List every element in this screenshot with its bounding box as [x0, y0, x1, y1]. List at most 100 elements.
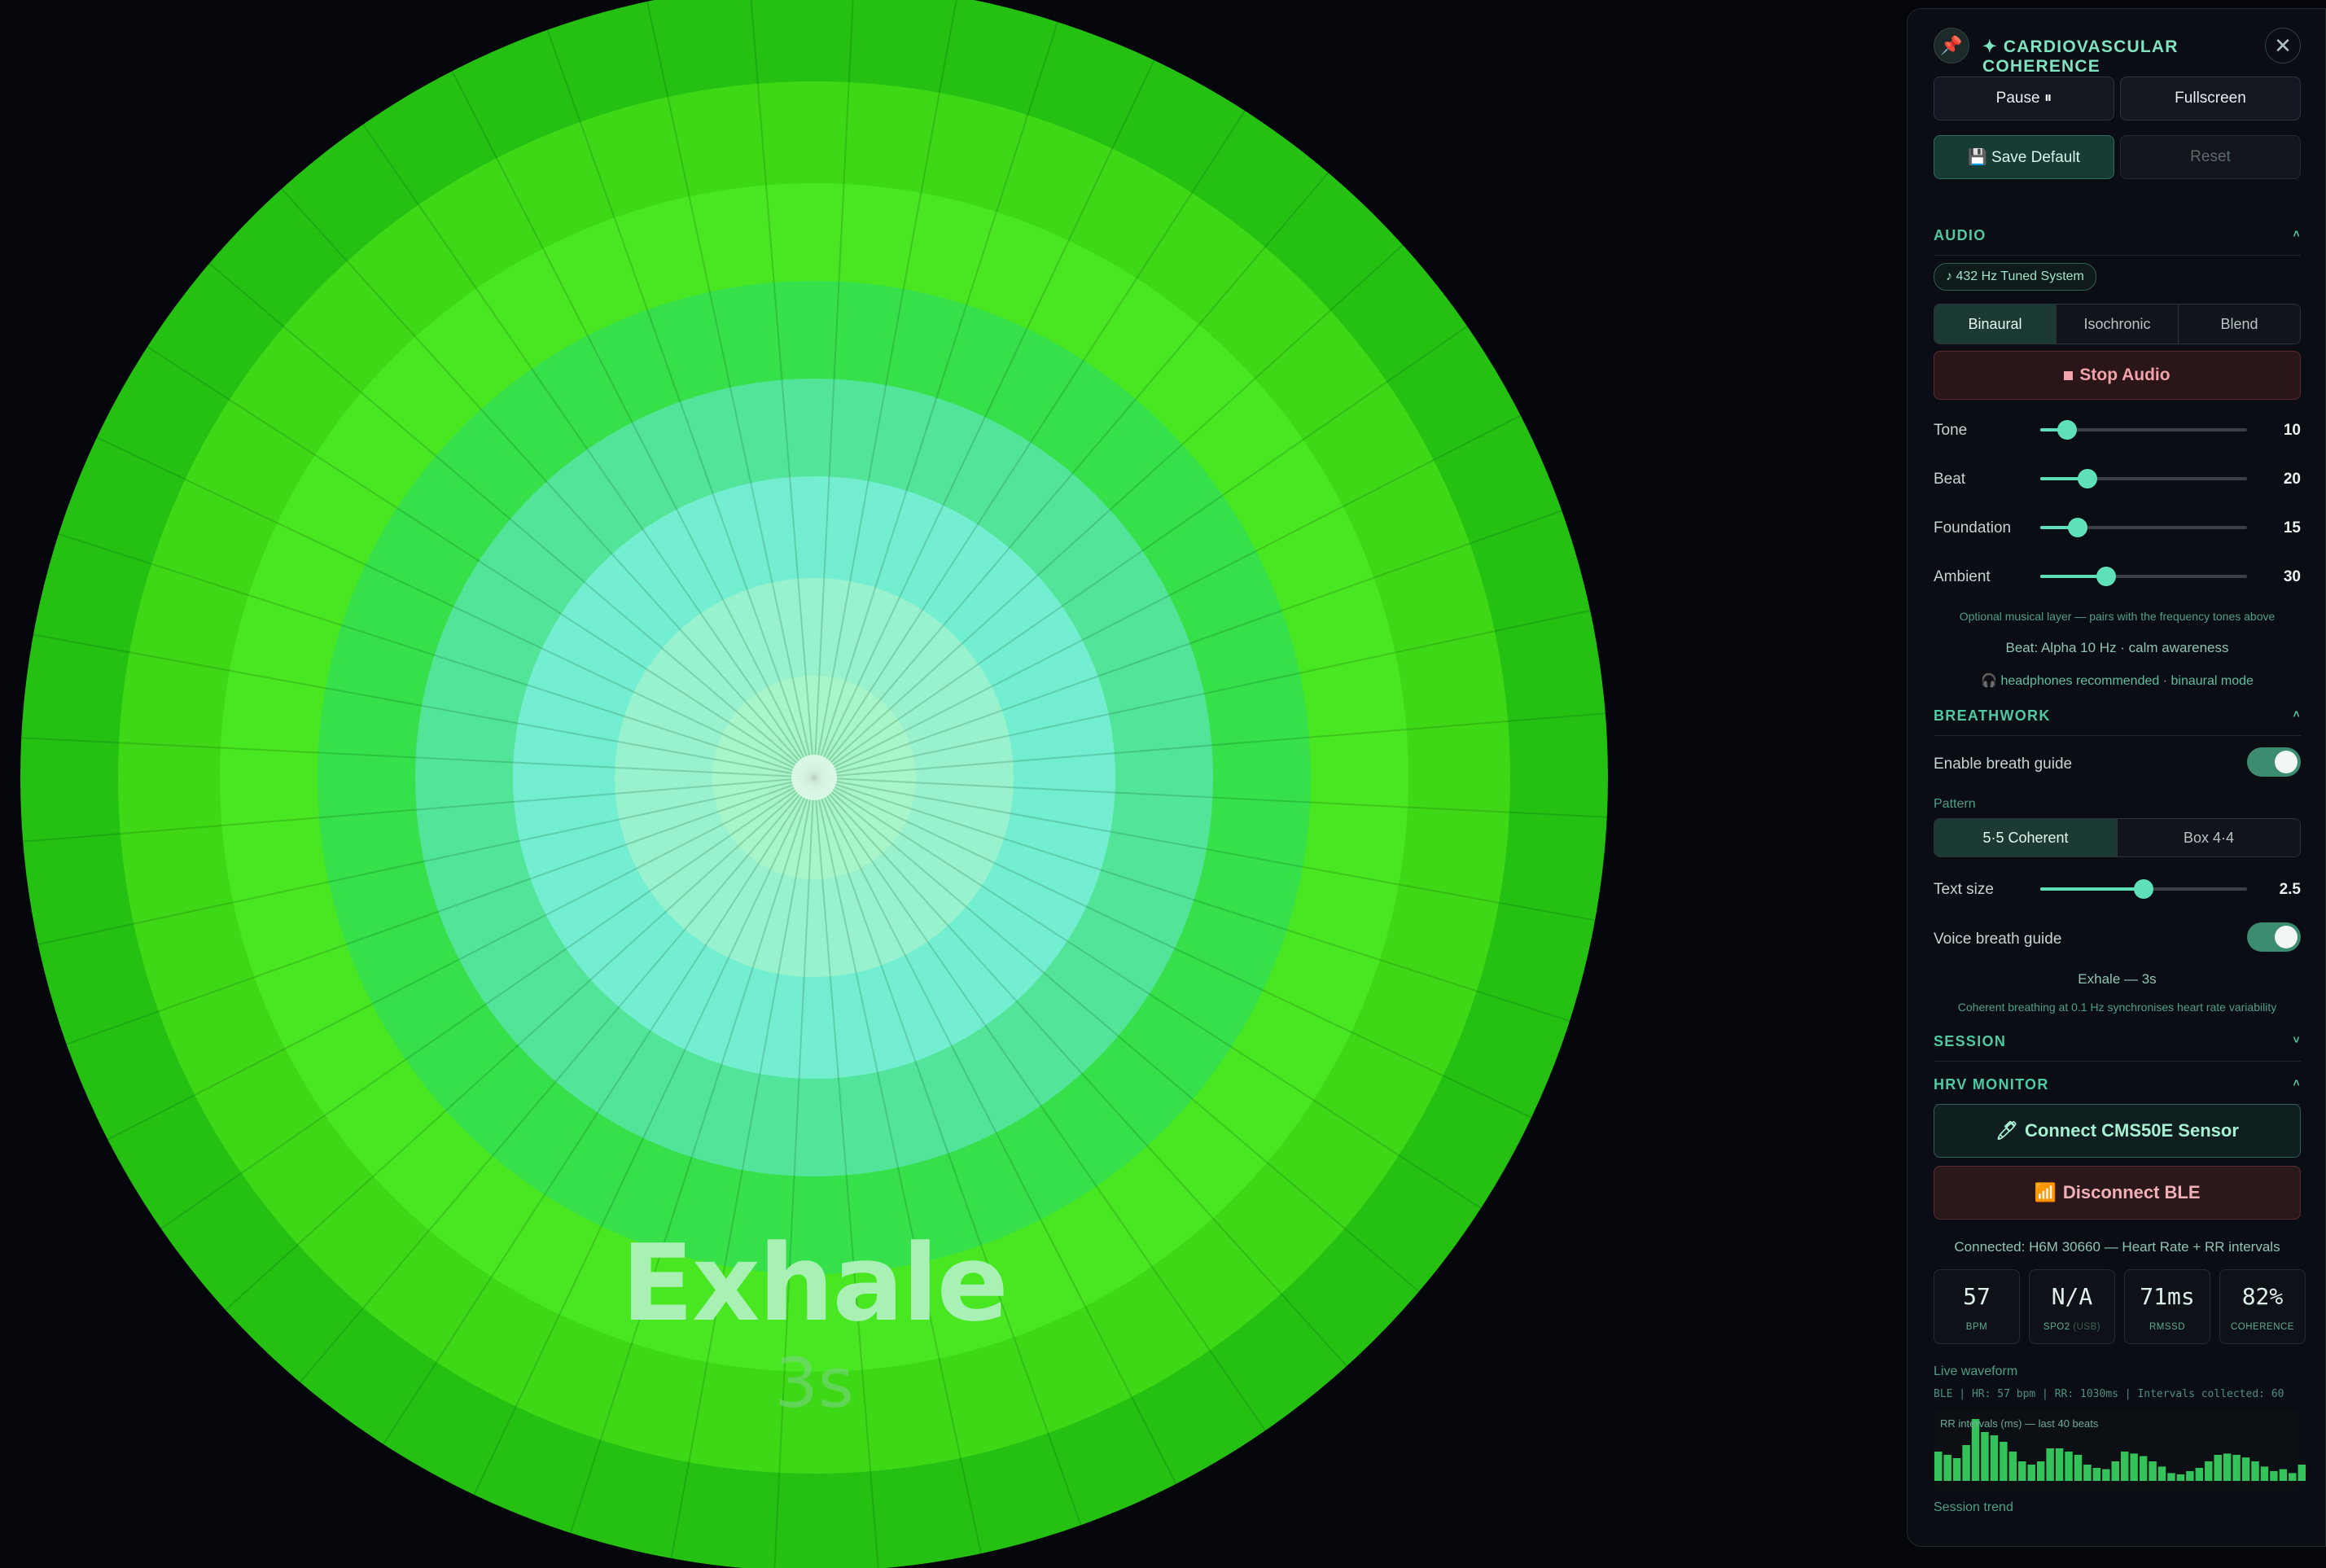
- slider-value: 30: [2283, 568, 2301, 585]
- pin-button[interactable]: 📌: [1934, 28, 1969, 64]
- rr-bar: [1943, 1455, 1951, 1481]
- rr-bar: [2241, 1457, 2250, 1481]
- text-size-slider[interactable]: [2040, 879, 2247, 899]
- rr-bar: [2102, 1469, 2110, 1481]
- close-icon: ✕: [2274, 33, 2292, 58]
- rr-bar: [2008, 1452, 2017, 1481]
- collapse-caret-icon: ˄: [2293, 227, 2301, 240]
- rr-bar: [2260, 1466, 2269, 1481]
- rr-bar: [2083, 1465, 2092, 1481]
- rr-bar: [2121, 1452, 2129, 1481]
- hrv-section-header[interactable]: HRV MONITOR ˄: [1934, 1076, 2301, 1105]
- rr-bar: [2205, 1461, 2213, 1481]
- text-size-label: Text size: [1934, 881, 1994, 898]
- voice-guide-label: Voice breath guide: [1934, 931, 2062, 948]
- save-default-label: 💾 Save Default: [1968, 149, 2080, 166]
- breath-phase-word: Exhale: [621, 1221, 1009, 1345]
- rr-bar: [1990, 1435, 1999, 1481]
- breathwork-section-header[interactable]: BREATHWORK ˄: [1934, 707, 2301, 736]
- slider-value: 15: [2283, 519, 2301, 537]
- connection-status: Connected: H6M 30660 — Heart Rate + RR i…: [1954, 1239, 2280, 1255]
- slider-thumb[interactable]: [2096, 567, 2117, 586]
- beat-slider[interactable]: [2040, 469, 2247, 488]
- signal-icon: 📶: [2034, 1182, 2057, 1202]
- fullscreen-label: Fullscreen: [2175, 90, 2246, 107]
- slider-row-foundation: Foundation 15: [1934, 511, 2301, 544]
- text-size-row: Text size 2.5: [1934, 873, 2301, 905]
- tone-slider[interactable]: [2040, 420, 2247, 440]
- rr-bar: [2279, 1469, 2288, 1481]
- mode-blend[interactable]: Blend: [2179, 304, 2300, 344]
- save-default-button[interactable]: 💾 Save Default: [1934, 135, 2114, 179]
- rr-bar: [2036, 1461, 2045, 1481]
- reset-button[interactable]: Reset: [2120, 135, 2301, 179]
- slider-value: 20: [2283, 471, 2301, 488]
- slider-label: Tone: [1934, 422, 1968, 439]
- mode-isochronic[interactable]: Isochronic: [2057, 304, 2179, 344]
- pattern-coherent[interactable]: 5·5 Coherent: [1934, 819, 2118, 856]
- rr-bar: [2251, 1461, 2259, 1481]
- mode-binaural[interactable]: Binaural: [1934, 304, 2057, 344]
- hrv-header-label: HRV MONITOR: [1934, 1076, 2049, 1093]
- ambient-slider[interactable]: [2040, 567, 2247, 586]
- panel-header: 📌 ✦ CARDIOVASCULAR COHERENCE ✕: [1934, 25, 2301, 76]
- foundation-slider[interactable]: [2040, 518, 2247, 537]
- session-header-label: SESSION: [1934, 1033, 2007, 1049]
- audio-header-label: AUDIO: [1934, 227, 1987, 243]
- slider-thumb[interactable]: [2134, 879, 2153, 899]
- connect-sensor-label: Connect CMS50E Sensor: [2025, 1120, 2239, 1141]
- expand-caret-icon: ˅: [2293, 1033, 2301, 1046]
- slider-row-tone: Tone 10: [1934, 414, 2301, 446]
- enable-breath-toggle[interactable]: [2247, 747, 2301, 777]
- stop-audio-button[interactable]: Stop Audio: [1934, 351, 2301, 400]
- rr-bar: [2092, 1468, 2101, 1481]
- rr-bar: [2139, 1456, 2148, 1481]
- session-section-header[interactable]: SESSION ˅: [1934, 1033, 2301, 1062]
- stat-bpm: 57 BPM: [1934, 1269, 2020, 1344]
- breath-phase-status: Exhale — 3s: [2078, 971, 2157, 987]
- voice-guide-toggle[interactable]: [2247, 922, 2301, 952]
- close-button[interactable]: ✕: [2265, 28, 2301, 64]
- rr-bar: [2214, 1455, 2222, 1481]
- stop-audio-label: Stop Audio: [2079, 366, 2170, 384]
- rr-bar: [2111, 1461, 2119, 1481]
- disconnect-ble-button[interactable]: 📶 Disconnect BLE: [1934, 1166, 2301, 1220]
- audio-section-header[interactable]: AUDIO ˄: [1934, 227, 2301, 256]
- pattern-selector: 5·5 Coherent Box 4·4: [1934, 818, 2301, 857]
- beat-note: Beat: Alpha 10 Hz · calm awareness: [2005, 640, 2229, 655]
- slider-row-beat: Beat 20: [1934, 462, 2301, 495]
- enable-breath-row: Enable breath guide: [1934, 747, 2301, 780]
- collapse-caret-icon: ˄: [2293, 707, 2301, 720]
- session-trend-label: Session trend: [1934, 1500, 2013, 1514]
- fullscreen-button[interactable]: Fullscreen: [2120, 77, 2301, 120]
- rr-bar: [1962, 1445, 1970, 1481]
- pin-icon: 📌: [1940, 35, 1963, 55]
- rr-bar: [2018, 1461, 2026, 1481]
- slider-thumb[interactable]: [2057, 420, 2078, 440]
- rr-bar: [1934, 1452, 1943, 1481]
- tuning-chip: ♪ 432 Hz Tuned System: [1934, 263, 2096, 291]
- rr-bar: [2298, 1465, 2306, 1481]
- audio-mode-selector: Binaural Isochronic Blend: [1934, 304, 2301, 344]
- slider-value: 10: [2283, 422, 2301, 439]
- rr-bar: [2065, 1452, 2073, 1481]
- rr-bar: [2232, 1455, 2241, 1481]
- center-glow: [791, 755, 837, 800]
- rr-bar: [2000, 1442, 2008, 1481]
- breath-phase-seconds: 3s: [774, 1343, 854, 1423]
- rr-caption: RR intervals (ms) — last 40 beats: [1940, 1417, 2099, 1430]
- disconnect-ble-label: Disconnect BLE: [2062, 1182, 2201, 1202]
- pattern-box[interactable]: Box 4·4: [2118, 819, 2300, 856]
- stat-rmssd: 71ms RMSSD: [2124, 1269, 2210, 1344]
- text-size-value: 2.5: [2279, 881, 2301, 898]
- connect-sensor-button[interactable]: 🖊 Connect CMS50E Sensor: [1934, 1104, 2301, 1158]
- pause-button[interactable]: Pause ⏸: [1934, 77, 2114, 120]
- stat-coherence: 82% COHERENCE: [2219, 1269, 2306, 1344]
- rr-bar: [2027, 1465, 2035, 1481]
- voice-guide-row: Voice breath guide: [1934, 922, 2301, 955]
- slider-thumb[interactable]: [2078, 469, 2098, 488]
- rr-bar: [2186, 1471, 2194, 1481]
- rr-bar: [2074, 1455, 2083, 1481]
- slider-thumb[interactable]: [2067, 518, 2087, 537]
- panel-title: ✦ CARDIOVASCULAR COHERENCE: [1982, 37, 2179, 76]
